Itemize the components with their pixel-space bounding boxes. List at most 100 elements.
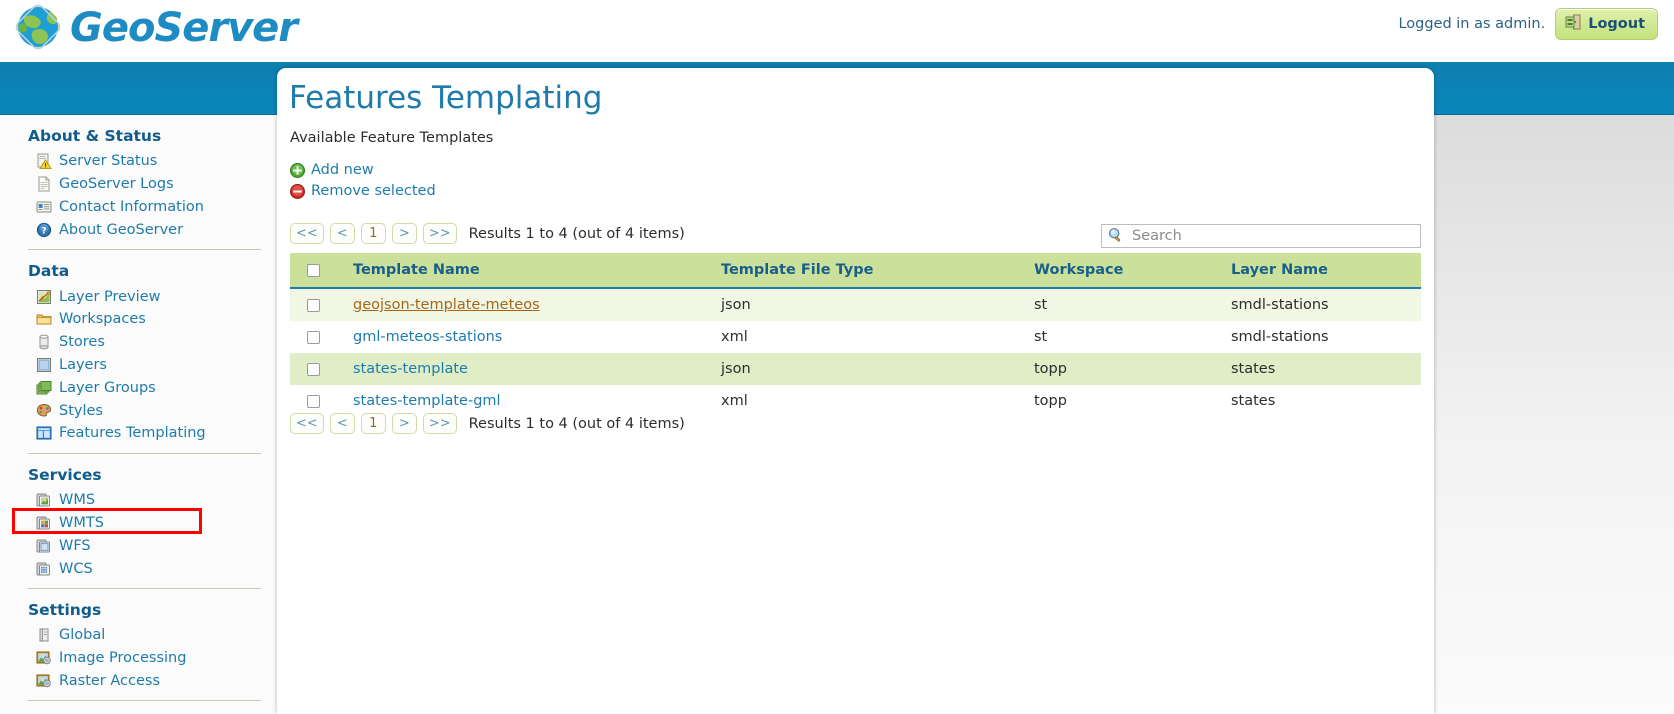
app-header: GeoServer Logged in as admin. Logout bbox=[0, 0, 1674, 65]
search-icon bbox=[1108, 227, 1123, 246]
sidebar-heading: Data bbox=[0, 250, 281, 285]
logout-door-icon bbox=[1565, 14, 1581, 34]
document-icon bbox=[36, 176, 52, 192]
template-name-link[interactable]: geojson-template-meteos bbox=[353, 297, 540, 313]
column-header-layer-name[interactable]: Layer Name bbox=[1231, 253, 1421, 288]
pagination-top: << < 1 > >> Results 1 to 4 (out of 4 ite… bbox=[290, 223, 685, 244]
templates-table: Template Name Template File Type Workspa… bbox=[290, 253, 1421, 417]
table-row: states-templatejsontoppstates bbox=[290, 353, 1421, 385]
add-new-label: Add new bbox=[311, 162, 374, 178]
sidebar-item-stores[interactable]: Stores bbox=[0, 331, 281, 354]
pager-prev-button[interactable]: < bbox=[330, 223, 355, 244]
logout-button[interactable]: Logout bbox=[1555, 8, 1658, 40]
workspace-cell: topp bbox=[1034, 385, 1231, 417]
pager-next-button-bottom[interactable]: > bbox=[392, 413, 417, 434]
palette-icon bbox=[36, 403, 52, 419]
template-file-type-cell: json bbox=[721, 353, 1034, 385]
pager-last-button[interactable]: >> bbox=[423, 223, 457, 244]
global-settings-icon bbox=[36, 627, 52, 643]
layer-name-cell: smdl-stations bbox=[1231, 321, 1421, 353]
pager-first-button-bottom[interactable]: << bbox=[290, 413, 324, 434]
pager-page-1-button[interactable]: 1 bbox=[361, 223, 386, 244]
column-header-template-name[interactable]: Template Name bbox=[353, 253, 721, 288]
row-checkbox[interactable] bbox=[307, 331, 320, 344]
layer-preview-icon bbox=[36, 289, 52, 305]
template-name-cell: states-template bbox=[353, 353, 721, 385]
sidebar-item-label: Styles bbox=[59, 403, 103, 419]
add-new-button[interactable]: Add new bbox=[290, 162, 374, 178]
sidebar-item-layers[interactable]: Layers bbox=[0, 354, 281, 377]
page-subtitle: Available Feature Templates bbox=[290, 130, 493, 146]
select-all-header bbox=[290, 253, 353, 288]
workspace-cell: topp bbox=[1034, 353, 1231, 385]
remove-selected-button[interactable]: Remove selected bbox=[290, 183, 436, 199]
sidebar-item-wms[interactable]: WMS bbox=[0, 489, 281, 512]
image-processing-icon bbox=[36, 650, 52, 666]
row-checkbox[interactable] bbox=[307, 395, 320, 408]
raster-access-icon bbox=[36, 673, 52, 689]
sidebar-item-label: WMTS bbox=[59, 515, 104, 531]
template-name-link[interactable]: states-template bbox=[353, 361, 468, 377]
sidebar-item-wfs[interactable]: WFS bbox=[0, 534, 281, 557]
sidebar-item-layer-preview[interactable]: Layer Preview bbox=[0, 285, 281, 308]
sidebar-group-settings: SettingsGlobalImage ProcessingRaster Acc… bbox=[0, 589, 281, 692]
template-name-link[interactable]: states-template-gml bbox=[353, 393, 501, 409]
logout-label: Logout bbox=[1588, 16, 1645, 32]
table-header-row: Template Name Template File Type Workspa… bbox=[290, 253, 1421, 288]
plus-circle-icon bbox=[290, 163, 305, 178]
pager-prev-button-bottom[interactable]: < bbox=[330, 413, 355, 434]
sidebar-item-label: WFS bbox=[59, 538, 91, 554]
svg-text:?: ? bbox=[41, 226, 46, 236]
content-panel: Features Templating Available Feature Te… bbox=[277, 68, 1434, 714]
sidebar-item-image-processing[interactable]: Image Processing bbox=[0, 647, 281, 670]
select-all-checkbox[interactable] bbox=[307, 264, 320, 277]
sidebar-item-label: WMS bbox=[59, 492, 95, 508]
sidebar-item-raster-access[interactable]: Raster Access bbox=[0, 670, 281, 693]
search-box[interactable] bbox=[1101, 224, 1421, 248]
column-header-workspace[interactable]: Workspace bbox=[1034, 253, 1231, 288]
template-file-type-cell: json bbox=[721, 288, 1034, 321]
sidebar-item-wmts[interactable]: WMTS bbox=[0, 512, 281, 535]
sidebar-item-global[interactable]: Global bbox=[0, 624, 281, 647]
row-checkbox[interactable] bbox=[307, 363, 320, 376]
column-header-template-file-type[interactable]: Template File Type bbox=[721, 253, 1034, 288]
layer-square-icon bbox=[36, 357, 52, 373]
sidebar-item-server-status[interactable]: Server Status bbox=[0, 150, 281, 173]
sidebar-item-label: Workspaces bbox=[59, 311, 146, 327]
sidebar-item-label: Layer Groups bbox=[59, 380, 156, 396]
template-file-type-cell: xml bbox=[721, 385, 1034, 417]
pager-next-button[interactable]: > bbox=[392, 223, 417, 244]
brand-name: GeoServer bbox=[70, 8, 297, 48]
table-row: gml-meteos-stationsxmlstsmdl-stations bbox=[290, 321, 1421, 353]
sidebar-item-layer-groups[interactable]: Layer Groups bbox=[0, 376, 281, 399]
pager-first-button[interactable]: << bbox=[290, 223, 324, 244]
sidebar-item-contact-information[interactable]: Contact Information bbox=[0, 196, 281, 219]
globe-icon bbox=[14, 3, 62, 51]
sidebar-item-label: Layer Preview bbox=[59, 289, 160, 305]
search-input[interactable] bbox=[1130, 227, 1414, 245]
row-checkbox[interactable] bbox=[307, 299, 320, 312]
pager-page-1-button-bottom[interactable]: 1 bbox=[361, 413, 386, 434]
pager-results-text-bottom: Results 1 to 4 (out of 4 items) bbox=[469, 416, 685, 432]
sidebar-item-wcs[interactable]: WCS bbox=[0, 557, 281, 580]
sidebar-group-tile-caching: Tile Caching bbox=[0, 701, 281, 714]
folder-icon bbox=[36, 311, 52, 327]
sidebar-heading: Services bbox=[0, 454, 281, 489]
sidebar-group-services: Services WMS WMTS WFS WCS bbox=[0, 454, 281, 580]
sidebar-item-features-templating[interactable]: Features Templating bbox=[0, 422, 281, 445]
pager-results-text: Results 1 to 4 (out of 4 items) bbox=[469, 226, 685, 242]
sidebar-item-styles[interactable]: Styles bbox=[0, 399, 281, 422]
sidebar-item-geoserver-logs[interactable]: GeoServer Logs bbox=[0, 173, 281, 196]
sidebar-item-label: WCS bbox=[59, 561, 93, 577]
wcs-service-icon bbox=[36, 561, 52, 577]
brand-logo[interactable]: GeoServer bbox=[14, 3, 297, 51]
template-name-link[interactable]: gml-meteos-stations bbox=[353, 329, 502, 345]
template-grid-icon bbox=[36, 425, 52, 441]
sidebar-item-about-geoserver[interactable]: ?About GeoServer bbox=[0, 218, 281, 241]
wmts-service-icon bbox=[36, 515, 52, 531]
sidebar-item-workspaces[interactable]: Workspaces bbox=[0, 308, 281, 331]
remove-selected-label: Remove selected bbox=[311, 183, 436, 199]
sidebar-group-data: Data Layer Preview Workspaces StoresLayers L… bbox=[0, 250, 281, 445]
sidebar-heading: Tile Caching bbox=[0, 701, 281, 714]
pager-last-button-bottom[interactable]: >> bbox=[423, 413, 457, 434]
